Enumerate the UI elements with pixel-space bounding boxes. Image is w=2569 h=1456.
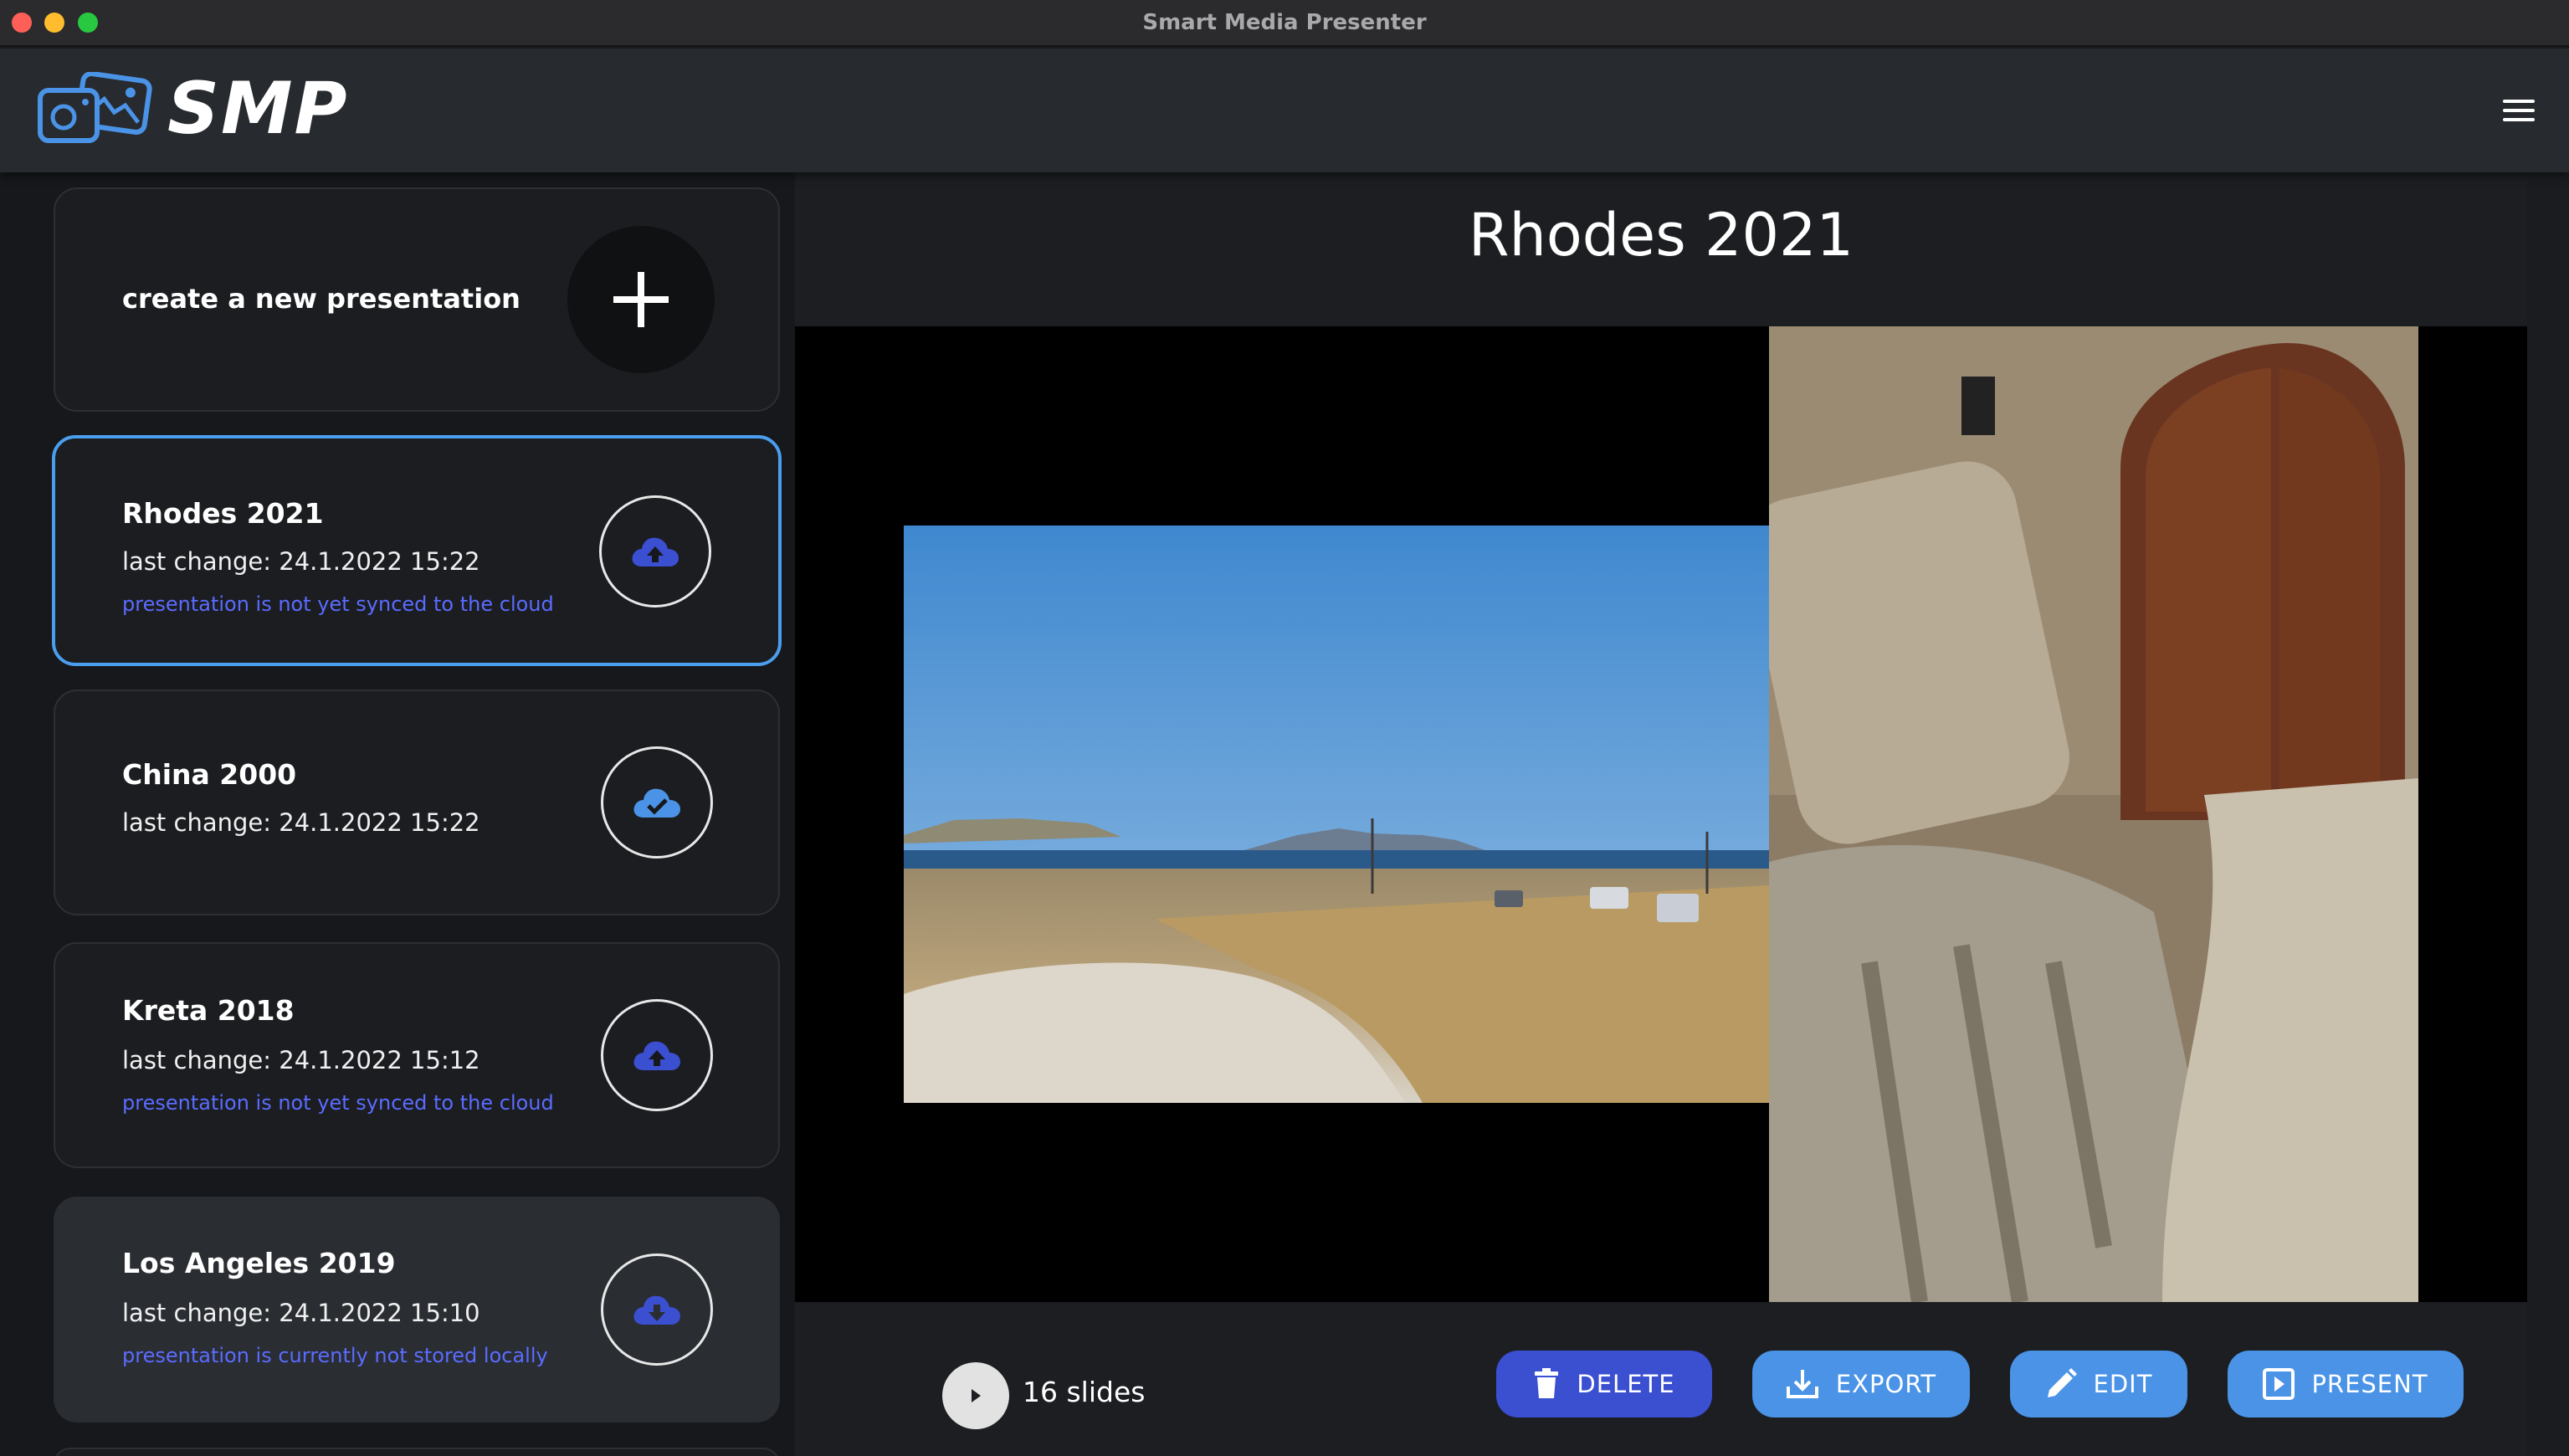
trash-icon <box>1535 1368 1559 1398</box>
play-icon <box>972 1389 981 1402</box>
slide-photo-doorway <box>1769 326 2418 1302</box>
export-button[interactable]: EXPORT <box>1752 1351 1970 1418</box>
presentation-card-partial[interactable] <box>54 1448 780 1456</box>
cloud-upload-icon <box>632 537 679 567</box>
cloud-upload-icon <box>633 1041 680 1070</box>
slides-count: 16 slides <box>1023 1376 1146 1408</box>
edit-button[interactable]: EDIT <box>2010 1351 2187 1418</box>
cloud-sync-button[interactable] <box>599 495 711 608</box>
pencil-icon <box>2047 1368 2077 1397</box>
presentation-title: Rhodes 2021 <box>122 497 324 530</box>
cloud-sync-button[interactable] <box>601 746 713 859</box>
presentation-card-los-angeles-2019[interactable]: Los Angeles 2019 last change: 24.1.2022 … <box>54 1197 780 1423</box>
delete-button-label: DELETE <box>1577 1370 1675 1398</box>
presentation-sync-status: presentation is not yet synced to the cl… <box>122 592 554 616</box>
presentation-last-change: last change: 24.1.2022 15:10 <box>122 1299 480 1327</box>
present-button[interactable]: PRESENT <box>2228 1351 2464 1418</box>
slideshow-icon <box>2263 1368 2295 1400</box>
presentation-title: Kreta 2018 <box>122 994 295 1027</box>
cloud-sync-button[interactable] <box>601 1253 713 1366</box>
presentation-title: China 2000 <box>122 758 297 791</box>
presentation-card-kreta-2018[interactable]: Kreta 2018 last change: 24.1.2022 15:12 … <box>54 942 780 1168</box>
new-presentation-card[interactable]: create a new presentation <box>54 187 780 412</box>
window-titlebar: Smart Media Presenter <box>0 0 2569 47</box>
presentation-title: Los Angeles 2019 <box>122 1247 396 1279</box>
download-icon <box>1786 1370 1818 1398</box>
slide-preview[interactable] <box>795 326 2527 1302</box>
slide-photo-landscape <box>904 525 1769 1103</box>
edit-button-label: EDIT <box>2093 1370 2153 1398</box>
plus-icon <box>613 272 669 327</box>
delete-button[interactable]: DELETE <box>1496 1351 1712 1418</box>
presentation-card-rhodes-2021[interactable]: Rhodes 2021 last change: 24.1.2022 15:22… <box>52 435 782 666</box>
hamburger-menu-icon <box>2503 100 2535 103</box>
presentation-list: create a new presentation Rhodes 2021 la… <box>0 172 795 1456</box>
window-title: Smart Media Presenter <box>1142 10 1427 35</box>
cloud-sync-button[interactable] <box>601 999 713 1111</box>
presentation-detail: Rhodes 2021 16 slides DELETE EXPORT EDIT… <box>795 172 2527 1456</box>
presentation-sync-status: presentation is not yet synced to the cl… <box>122 1091 554 1115</box>
app-logo-text: SMP <box>167 67 349 151</box>
cloud-download-icon <box>633 1295 680 1325</box>
export-button-label: EXPORT <box>1835 1370 1937 1398</box>
presentation-title-heading: Rhodes 2021 <box>1468 201 1854 269</box>
hamburger-menu-button[interactable] <box>2494 85 2544 136</box>
app-header: SMP <box>0 49 2569 172</box>
presentation-sync-status: presentation is currently not stored loc… <box>122 1344 548 1367</box>
presentation-card-china-2000[interactable]: China 2000 last change: 24.1.2022 15:22 <box>54 690 780 915</box>
play-slideshow-button[interactable] <box>942 1362 1009 1429</box>
present-button-label: PRESENT <box>2311 1370 2428 1398</box>
presentation-last-change: last change: 24.1.2022 15:22 <box>122 547 480 576</box>
cloud-check-icon <box>633 788 680 818</box>
new-presentation-label: create a new presentation <box>122 283 520 315</box>
photo-gallery-icon <box>38 72 152 143</box>
new-presentation-button[interactable] <box>567 226 715 373</box>
presentation-last-change: last change: 24.1.2022 15:12 <box>122 1046 480 1074</box>
presentation-last-change: last change: 24.1.2022 15:22 <box>122 808 480 837</box>
